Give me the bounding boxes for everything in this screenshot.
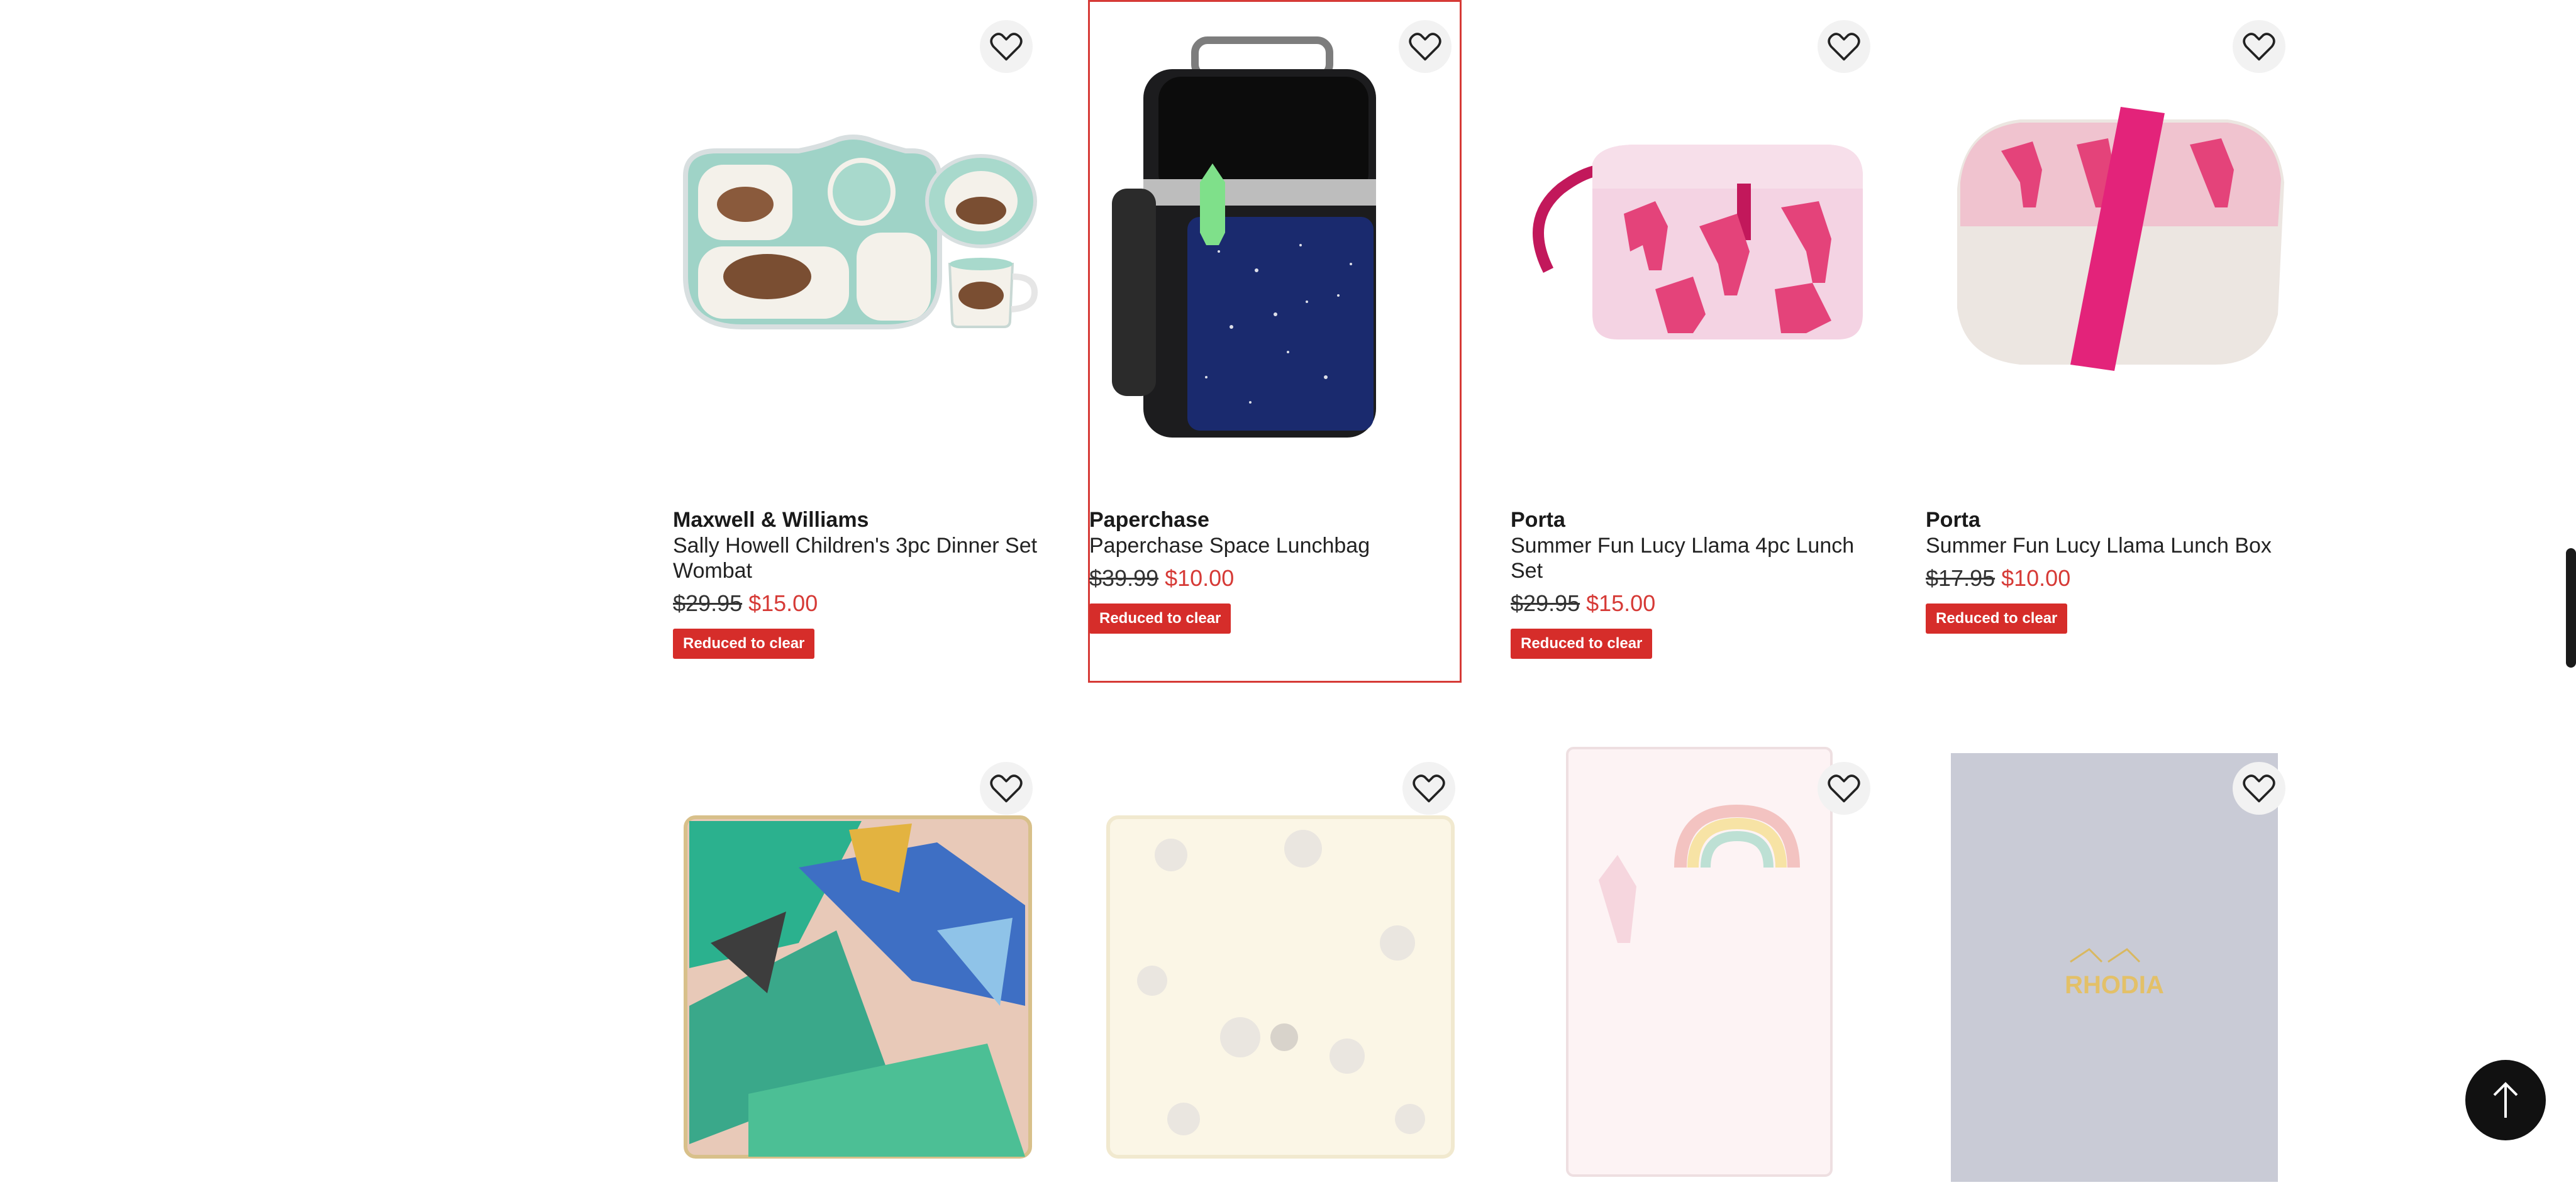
product-card[interactable]: RHODIA [1918, 742, 2303, 1185]
sale-price: $15.00 [1586, 590, 1656, 616]
product-image[interactable] [1926, 0, 2296, 459]
product-brand[interactable]: Porta [1926, 507, 2296, 533]
back-to-top-button[interactable] [2465, 1060, 2546, 1140]
product-name[interactable]: Paperchase Space Lunchbag [1089, 533, 1454, 558]
heart-outline-icon [1828, 33, 1860, 61]
heart-outline-icon [1413, 774, 1445, 803]
price-row: $39.99 $10.00 [1089, 565, 1454, 592]
reduced-to-clear-badge: Reduced to clear [1089, 604, 1231, 634]
price-row: $29.95 $15.00 [673, 590, 1043, 617]
product-image[interactable] [673, 742, 1043, 1182]
heart-outline-icon [2243, 33, 2275, 61]
sale-price: $10.00 [2001, 565, 2071, 591]
wishlist-heart-button[interactable] [2233, 20, 2285, 73]
wishlist-heart-button[interactable] [980, 20, 1033, 73]
product-brand[interactable]: Porta [1511, 507, 1880, 533]
page-scrollbar[interactable] [2566, 548, 2576, 668]
original-price: $29.95 [1511, 590, 1580, 616]
wishlist-heart-button[interactable] [1399, 20, 1452, 73]
notepad-brand-text: RHODIA [2065, 971, 2164, 999]
product-card[interactable]: Porta Summer Fun Lucy Llama Lunch Box $1… [1918, 0, 2303, 679]
product-image[interactable] [1096, 742, 1465, 1182]
wishlist-heart-button[interactable] [980, 762, 1033, 815]
reduced-to-clear-badge: Reduced to clear [673, 629, 815, 659]
sale-price: $10.00 [1165, 565, 1235, 591]
product-card[interactable]: Paperchase Paperchase Space Lunchbag $39… [1088, 0, 1462, 683]
price-row: $29.95 $15.00 [1511, 590, 1880, 617]
price-row: $17.95 $10.00 [1926, 565, 2296, 592]
wishlist-heart-button[interactable] [1818, 20, 1870, 73]
arrow-up-icon [2493, 1082, 2518, 1118]
heart-outline-icon [2243, 774, 2275, 803]
product-card[interactable] [1088, 742, 1473, 1182]
original-price: $29.95 [673, 590, 743, 616]
wishlist-heart-button[interactable] [2233, 762, 2285, 815]
product-info: Paperchase Paperchase Space Lunchbag $39… [1089, 507, 1454, 634]
product-brand[interactable]: Maxwell & Williams [673, 507, 1043, 533]
product-card[interactable]: Porta Summer Fun Lucy Llama 4pc Lunch Se… [1503, 0, 1888, 679]
product-card[interactable] [665, 742, 1050, 1182]
heart-outline-icon [990, 774, 1023, 803]
wishlist-heart-button[interactable] [1818, 762, 1870, 815]
product-brand[interactable]: Paperchase [1089, 507, 1454, 533]
product-info: Porta Summer Fun Lucy Llama 4pc Lunch Se… [1511, 507, 1880, 659]
product-info: Porta Summer Fun Lucy Llama Lunch Box $1… [1926, 507, 2296, 634]
product-name[interactable]: Summer Fun Lucy Llama 4pc Lunch Set [1511, 533, 1880, 583]
reduced-to-clear-badge: Reduced to clear [1926, 604, 2068, 634]
product-card[interactable]: Maxwell & Williams Sally Howell Children… [665, 0, 1050, 679]
product-image[interactable]: RHODIA [1926, 742, 2296, 1185]
product-name[interactable]: Summer Fun Lucy Llama Lunch Box [1926, 533, 2296, 558]
product-info: Maxwell & Williams Sally Howell Children… [673, 507, 1043, 659]
product-card[interactable] [1503, 742, 1888, 1182]
product-image[interactable] [1511, 0, 1880, 459]
product-name[interactable]: Sally Howell Children's 3pc Dinner Set W… [673, 533, 1043, 583]
product-image[interactable] [1511, 742, 1880, 1182]
heart-outline-icon [1828, 774, 1860, 803]
wishlist-heart-button[interactable] [1402, 762, 1455, 815]
heart-outline-icon [1409, 33, 1441, 61]
original-price: $17.95 [1926, 565, 1996, 591]
original-price: $39.99 [1089, 565, 1159, 591]
heart-outline-icon [990, 33, 1023, 61]
product-image[interactable] [673, 0, 1043, 459]
sale-price: $15.00 [748, 590, 818, 616]
reduced-to-clear-badge: Reduced to clear [1511, 629, 1653, 659]
